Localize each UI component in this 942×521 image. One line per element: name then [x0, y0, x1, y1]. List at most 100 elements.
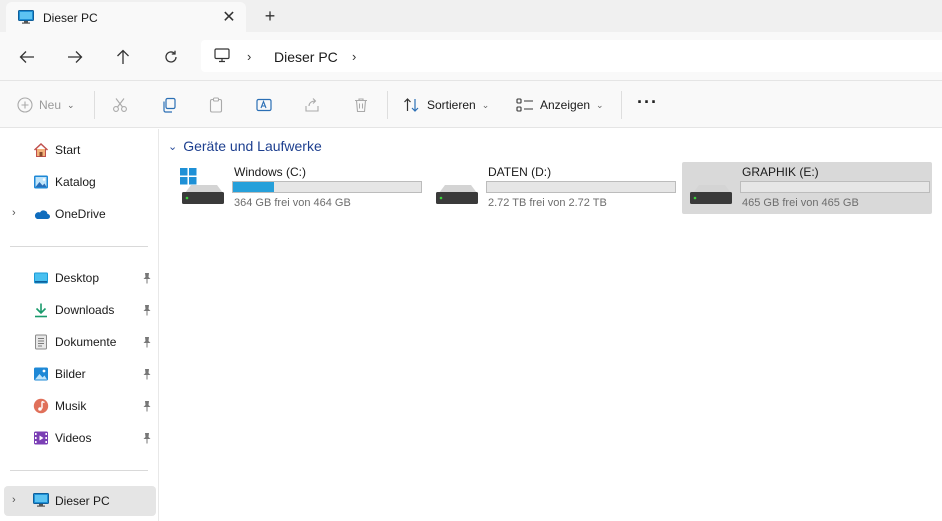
sidebar-item-dieser-pc[interactable]: › Dieser PC [4, 486, 156, 516]
refresh-button[interactable] [158, 44, 184, 70]
view-button[interactable]: Anzeigen ⌄ [516, 94, 604, 116]
sidebar-item-label: Start [55, 143, 81, 157]
onedrive-icon [33, 206, 50, 222]
download-icon [33, 302, 49, 318]
pc-icon [18, 10, 34, 27]
toolbar-divider [94, 91, 95, 119]
share-icon [305, 98, 319, 112]
pin-icon[interactable] [142, 272, 152, 287]
sidebar-item-label: Musik [55, 399, 87, 413]
windows-drive-icon [180, 168, 226, 211]
drive-tile[interactable]: Windows (C:) 364 GB frei von 464 GB [174, 162, 424, 214]
sidebar-item-label: OneDrive [55, 207, 106, 221]
rename-button[interactable] [256, 94, 272, 116]
chevron-down-icon: ⌄ [596, 99, 604, 110]
new-button[interactable]: Neu ⌄ [17, 94, 75, 116]
breadcrumb-separator[interactable]: › [247, 49, 251, 64]
sort-label: Sortieren [427, 98, 476, 112]
arrow-left-icon [19, 51, 34, 63]
chevron-right-icon[interactable]: › [12, 207, 16, 219]
sidebar-item-label: Katalog [55, 175, 96, 189]
sidebar-item-downloads[interactable]: Downloads [4, 295, 156, 325]
sidebar-item-label: Desktop [55, 271, 100, 285]
drive-name: Windows (C:) [234, 165, 307, 179]
sort-button[interactable]: Sortieren ⌄ [403, 94, 489, 116]
view-list-icon [516, 98, 533, 112]
chevron-down-icon: ⌄ [67, 99, 75, 110]
chevron-down-icon: ⌄ [481, 99, 490, 110]
sidebar-item-label: Downloads [55, 303, 115, 317]
hard-drive-icon [434, 168, 480, 211]
copy-icon [163, 97, 176, 113]
drive-tile[interactable]: DATEN (D:) 2.72 TB frei von 2.72 TB [428, 162, 678, 214]
up-button[interactable] [110, 44, 136, 70]
group-title: Geräte und Laufwerke [183, 138, 322, 154]
copy-button[interactable] [161, 94, 177, 116]
videos-icon [33, 430, 49, 446]
arrow-up-icon [117, 49, 129, 64]
sidebar-item-dokumente[interactable]: Dokumente [4, 327, 156, 357]
new-tab-button[interactable]: + [258, 5, 282, 27]
documents-icon [33, 334, 49, 350]
drive-free-space: 465 GB frei von 465 GB [742, 197, 859, 209]
drive-usage-bar [740, 181, 930, 193]
delete-button[interactable] [353, 94, 369, 116]
close-tab-button[interactable]: ✕ [218, 6, 240, 28]
pin-icon[interactable] [142, 368, 152, 383]
tab-dieser-pc[interactable]: Dieser PC ✕ [6, 2, 246, 32]
group-header-drives[interactable]: ⌄ Geräte und Laufwerke [168, 138, 322, 154]
drive-usage-fill [233, 182, 275, 192]
back-button[interactable] [14, 44, 40, 70]
sidebar-item-desktop[interactable]: Desktop [4, 263, 156, 293]
drive-tile[interactable]: GRAPHIK (E:) 465 GB frei von 465 GB [682, 162, 932, 214]
trash-icon [355, 98, 367, 113]
content-area: ⌄ Geräte und Laufwerke Windows (C:) 364 … [160, 129, 942, 521]
share-button[interactable] [304, 94, 320, 116]
pin-icon[interactable] [142, 336, 152, 351]
sidebar-item-katalog[interactable]: Katalog [4, 167, 156, 197]
gallery-icon [33, 174, 49, 190]
pin-icon[interactable] [142, 432, 152, 447]
toolbar-divider [387, 91, 388, 119]
tab-title: Dieser PC [43, 11, 98, 25]
sidebar-item-start[interactable]: Start [4, 135, 156, 165]
view-label: Anzeigen [540, 98, 591, 112]
forward-button[interactable] [62, 44, 88, 70]
breadcrumb-separator-end[interactable]: › [352, 49, 356, 64]
rename-icon [256, 98, 272, 112]
sidebar-item-label: Videos [55, 431, 92, 445]
music-icon [33, 398, 49, 414]
pin-icon[interactable] [142, 304, 152, 319]
sidebar-item-bilder[interactable]: Bilder [4, 359, 156, 389]
paste-button[interactable] [208, 94, 224, 116]
drive-name: DATEN (D:) [488, 165, 552, 179]
chevron-right-icon[interactable]: › [12, 494, 16, 506]
plus-circle-icon [17, 97, 33, 113]
drive-free-space: 2.72 TB frei von 2.72 TB [488, 197, 607, 209]
refresh-icon [165, 50, 177, 63]
cut-button[interactable] [112, 94, 128, 116]
more-options-button[interactable]: ··· [637, 92, 658, 113]
sort-icon [404, 98, 419, 112]
home-icon [33, 142, 49, 158]
address-bar[interactable]: › Dieser PC › [201, 40, 942, 72]
navigation-bar: › Dieser PC › [0, 32, 942, 80]
scissors-icon [113, 98, 127, 112]
sidebar-item-label: Dieser PC [55, 494, 110, 508]
sidebar-item-musik[interactable]: Musik [4, 391, 156, 421]
clipboard-icon [209, 97, 223, 113]
pin-icon[interactable] [142, 400, 152, 415]
navigation-pane: Start Katalog › OneDrive Desktop Downloa… [0, 129, 159, 521]
new-label: Neu [39, 98, 62, 112]
tab-bar: Dieser PC ✕ + [0, 0, 942, 32]
sidebar-item-label: Dokumente [55, 335, 117, 349]
drive-usage-bar [232, 181, 422, 193]
sidebar-item-onedrive[interactable]: › OneDrive [4, 199, 156, 229]
drive-name: GRAPHIK (E:) [742, 165, 819, 179]
arrow-right-icon [68, 51, 83, 63]
desktop-icon [33, 270, 49, 286]
chevron-down-icon: ⌄ [168, 140, 178, 153]
sidebar-item-videos[interactable]: Videos [4, 423, 156, 453]
breadcrumb-dieser-pc[interactable]: Dieser PC [274, 49, 338, 65]
hard-drive-icon [688, 168, 734, 211]
